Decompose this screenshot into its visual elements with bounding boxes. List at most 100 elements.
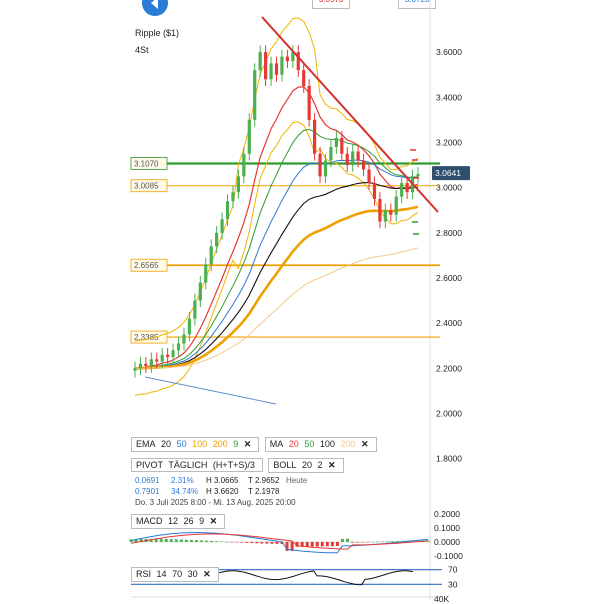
indicator-row-2: PIVOT TÄGLICH (H+T+S)/3 BOLL 20 2 ✕: [131, 458, 347, 473]
candle-body-5: [160, 354, 164, 362]
candle-body-21: [247, 119, 251, 154]
stat-change-pct-2: 34.74%: [171, 487, 199, 496]
candle-body-18: [231, 192, 235, 202]
pivot-formula: (H+T+S)/3: [212, 460, 255, 470]
candle-body-33: [312, 119, 317, 154]
rsi-line: [210, 570, 414, 586]
macd-tick-label-2: 0.0000: [434, 537, 460, 547]
macd-hist-bar-7: [164, 539, 168, 542]
candle-body-19: [236, 176, 241, 193]
macd-param-fast: 12: [168, 516, 179, 526]
y-tick-label-0: 3.6000: [436, 47, 462, 57]
level-label-1: 3.0085: [134, 182, 159, 191]
candle-body-0: [133, 368, 137, 371]
candle-body-6: [166, 354, 170, 358]
candle-body-24: [264, 52, 268, 80]
stat-low-2: T 2.1978: [248, 487, 280, 496]
macd-hist-bar-21: [235, 541, 239, 543]
boll-param-dev: 2: [317, 460, 323, 470]
ema-period-50: 50: [176, 439, 187, 449]
pivot-chip[interactable]: PIVOT TÄGLICH (H+T+S)/3: [131, 458, 263, 472]
candle-body-32: [307, 85, 311, 120]
candle-body-15: [215, 232, 219, 247]
ma-period-50: 50: [304, 439, 315, 449]
candle-body-44: [372, 183, 377, 199]
macd-hist-bar-18: [220, 541, 224, 543]
candle-body-48: [394, 196, 398, 215]
macd-hist-bar-52: [391, 541, 395, 542]
pivot-label: PIVOT: [136, 460, 164, 470]
boll-chip[interactable]: BOLL 20 2 ✕: [268, 458, 344, 473]
macd-hist-bar-27: [265, 541, 269, 544]
macd-hist-bar-12: [189, 539, 193, 542]
stat-high-2: H 3.6620: [206, 487, 239, 496]
macd-tick-label-0: 0.2000: [434, 509, 460, 519]
level-label-0: 3.1070: [134, 159, 159, 168]
candle-body-27: [280, 56, 284, 75]
candle-body-38: [340, 137, 344, 154]
candle-body-7: [171, 350, 175, 358]
macd-hist-bar-47: [366, 541, 370, 543]
rsi-tick-label-1: 30: [448, 579, 458, 589]
macd-header: MACD 12 26 9 ✕: [131, 514, 228, 529]
candle-body-26: [274, 63, 279, 75]
support-trendline: [144, 376, 277, 405]
candle-body-47: [389, 210, 393, 215]
ema-20-line: [134, 86, 419, 369]
y-tick-label-5: 2.6000: [436, 273, 462, 283]
ma-chip[interactable]: MA 20 50 100 200 ✕: [264, 437, 377, 452]
pivot-setting: TÄGLICH: [168, 460, 208, 470]
candle-body-14: [209, 246, 213, 265]
ma-close-icon[interactable]: ✕: [361, 439, 369, 449]
macd-hist-bar-11: [184, 539, 188, 542]
rsi-chip[interactable]: RSI 14 70 30 ✕: [131, 567, 219, 582]
macd-tick-label-1: 0.1000: [434, 523, 460, 533]
ema-close-icon[interactable]: ✕: [244, 439, 252, 449]
macd-hist-bar-6: [159, 538, 163, 542]
volume-axis-label: 40K: [434, 594, 450, 604]
macd-line: [130, 531, 429, 554]
rsi-close-icon[interactable]: ✕: [203, 569, 211, 579]
candle-body-39: [345, 153, 349, 166]
boll-label: BOLL: [273, 460, 297, 470]
candle-body-9: [182, 334, 186, 344]
candle-body-52: [416, 174, 420, 177]
candle-body-23: [258, 52, 262, 71]
ema-label: EMA: [136, 439, 156, 449]
boll-param-period: 20: [301, 460, 312, 470]
candle-body-43: [367, 169, 371, 184]
macd-hist-bar-17: [215, 541, 219, 542]
stat-change-abs-1: 0.0691: [135, 476, 160, 485]
candle-body-25: [269, 63, 273, 80]
rsi-label: RSI: [136, 569, 152, 579]
ema-period-200: 200: [212, 439, 228, 449]
stat-change-abs-2: 0.7901: [135, 487, 160, 496]
macd-hist-bar-35: [305, 541, 309, 547]
boll-close-icon[interactable]: ✕: [328, 460, 336, 470]
macd-hist-bar-41: [335, 541, 339, 546]
y-tick-label-2: 3.2000: [436, 137, 462, 147]
macd-close-icon[interactable]: ✕: [210, 516, 218, 526]
ema-chip[interactable]: EMA 20 50 100 200 9 ✕: [131, 437, 260, 452]
candle-body-49: [400, 183, 404, 197]
y-tick-label-4: 2.8000: [436, 228, 462, 238]
stat-period-2: Do. 3 Juli 2025 8:00 - Mi. 13 Aug. 2025 …: [135, 498, 296, 507]
macd-param-slow: 26: [183, 516, 194, 526]
macd-hist-bar-20: [230, 541, 234, 543]
descending-trendline: [261, 16, 439, 213]
price-chart[interactable]: 3.6000 3.4000 3.2000 3.0000 2.8000 2.6000 2.40…: [0, 0, 600, 600]
ma-label: MA: [269, 439, 284, 449]
macd-hist-bar-38: [320, 541, 324, 547]
macd-hist-bar-16: [210, 540, 214, 542]
macd-hist-bar-23: [245, 541, 249, 543]
macd-hist-bar-45: [356, 541, 360, 543]
candle-body-3: [149, 359, 153, 367]
candle-body-31: [302, 70, 306, 86]
candle-body-46: [383, 210, 387, 222]
candle-body-8: [176, 343, 181, 351]
rsi-param-lower: 30: [187, 569, 198, 579]
candle-body-42: [361, 160, 366, 170]
stat-high-1: H 3.0665: [206, 476, 239, 485]
ema-period-20: 20: [161, 439, 172, 449]
macd-chip[interactable]: MACD 12 26 9 ✕: [131, 514, 226, 529]
